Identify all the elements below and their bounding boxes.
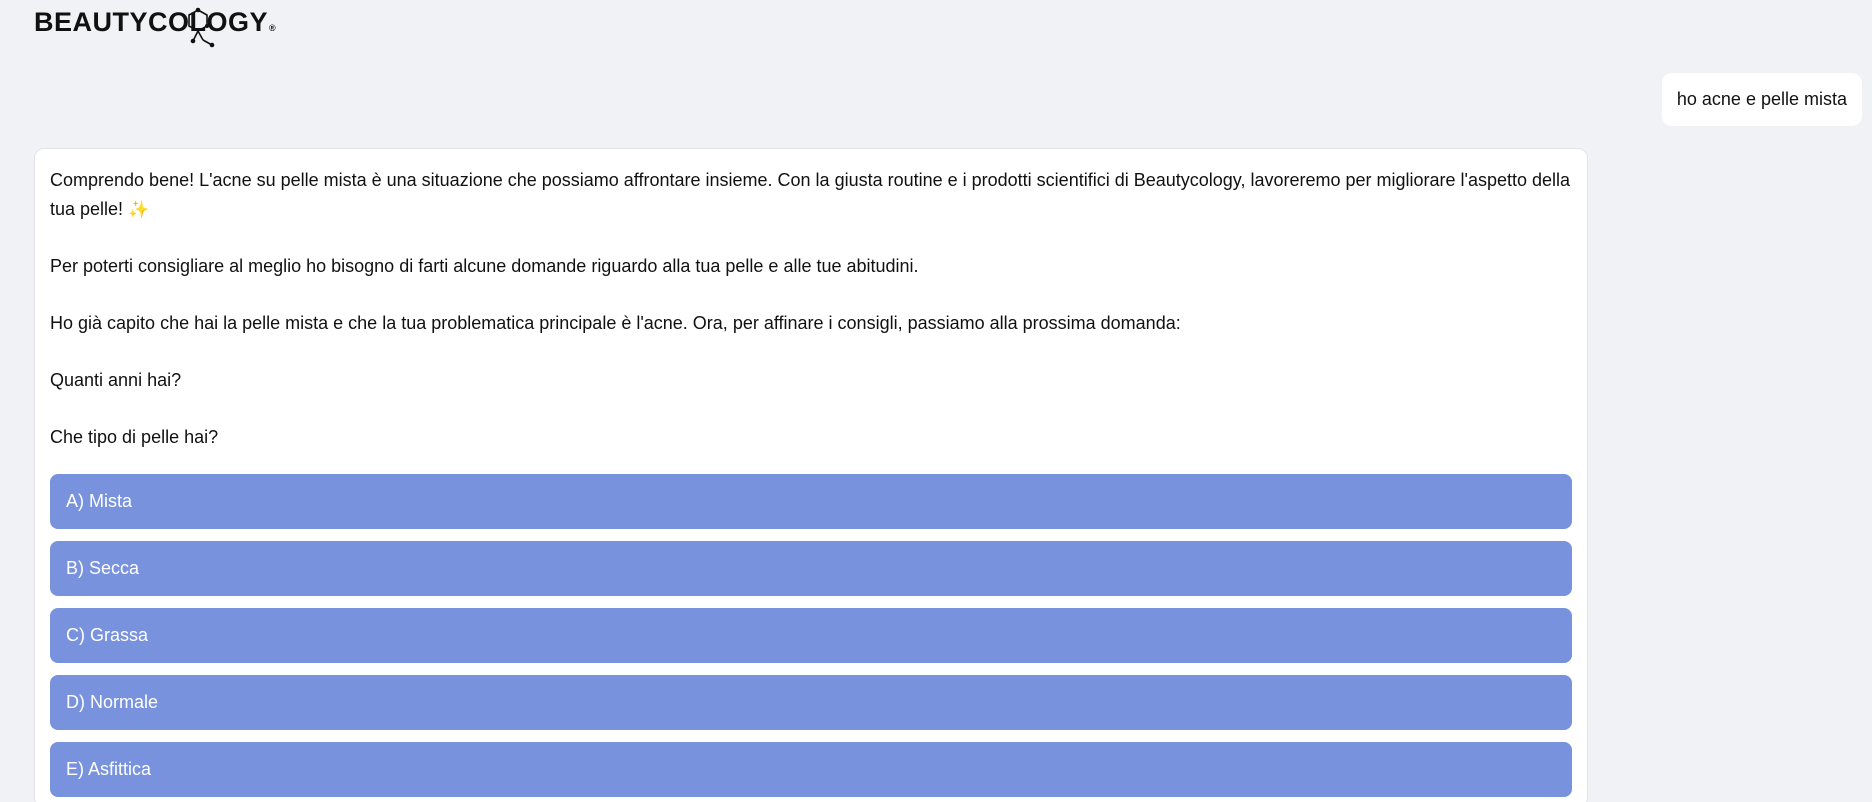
assistant-paragraph-2: Per poterti consigliare al meglio ho bis… <box>50 256 919 276</box>
sparkles-icon: ✨ <box>128 200 150 219</box>
answer-options: A) Mista B) Secca C) Grassa D) Normale E… <box>50 474 1572 797</box>
assistant-paragraph-1: Comprendo bene! L'acne su pelle mista è … <box>50 170 1571 219</box>
user-message-text: ho acne e pelle mista <box>1676 89 1847 109</box>
option-button-asfittica[interactable]: E) Asfittica <box>50 742 1572 797</box>
assistant-paragraph-intro: Comprendo bene! L'acne su pelle mista è … <box>50 166 1572 224</box>
logo-registered-mark: ® <box>269 23 277 33</box>
logo-wordmark: BEAUTYCOLOGY® <box>34 4 277 48</box>
assistant-paragraph-3: Ho già capito che hai la pelle mista e c… <box>50 313 1181 333</box>
chat-page: BEAUTYCOLOGY® ho acne e pelle mista Comp… <box>0 0 1872 802</box>
molecule-icon <box>188 7 215 48</box>
option-button-normale[interactable]: D) Normale <box>50 675 1572 730</box>
assistant-question-age: Quanti anni hai? <box>50 370 182 390</box>
assistant-question-skin-type: Che tipo di pelle hai? <box>50 427 219 447</box>
user-message-bubble: ho acne e pelle mista <box>1661 73 1862 126</box>
brand-logo[interactable]: BEAUTYCOLOGY® <box>34 4 276 54</box>
option-button-secca[interactable]: B) Secca <box>50 541 1572 596</box>
option-button-mista[interactable]: A) Mista <box>50 474 1572 529</box>
assistant-message-card: Comprendo bene! L'acne su pelle mista è … <box>34 148 1588 802</box>
option-button-grassa[interactable]: C) Grassa <box>50 608 1572 663</box>
